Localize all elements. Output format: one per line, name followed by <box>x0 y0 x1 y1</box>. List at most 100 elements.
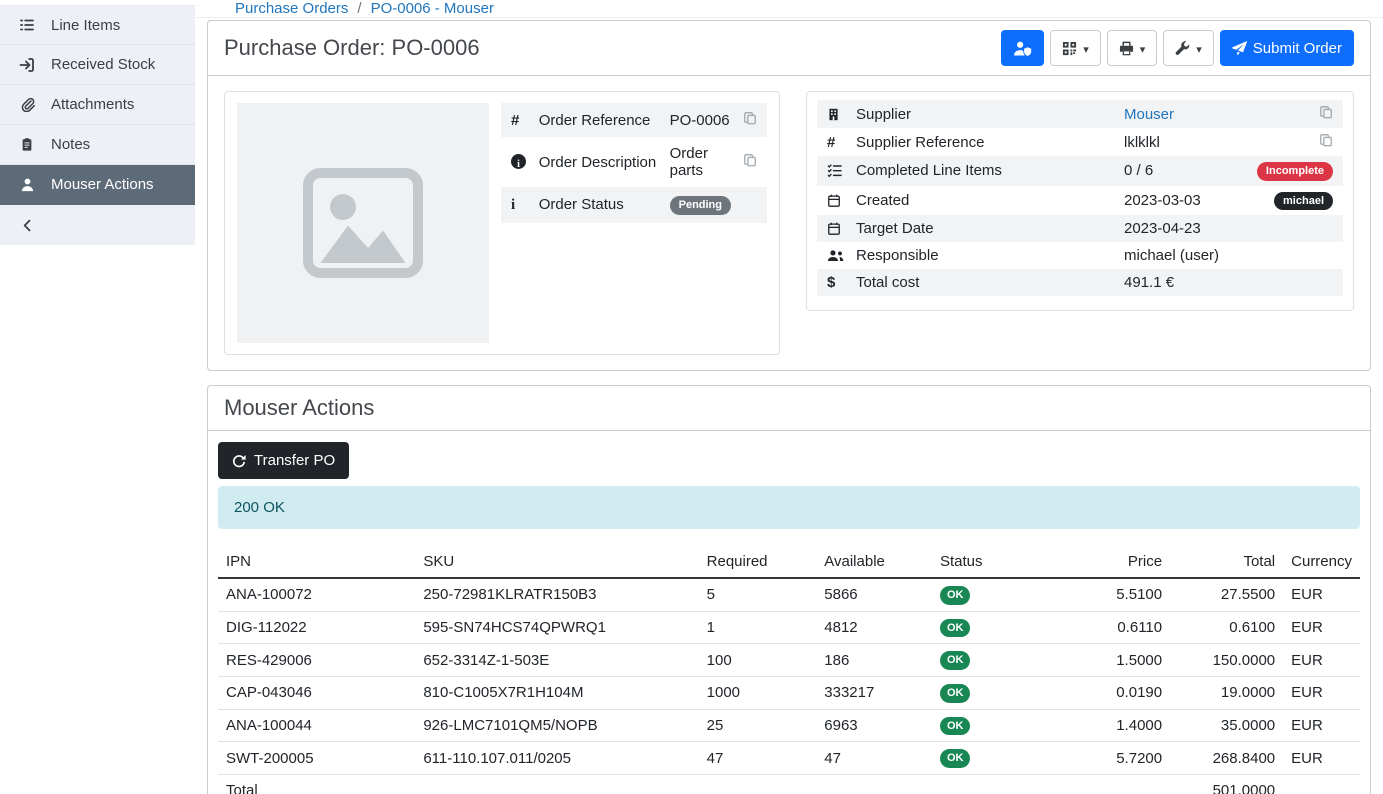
col-header-price: Price <box>1053 546 1170 578</box>
copy-icon[interactable] <box>743 111 757 125</box>
purchase-order-panel: Purchase Order: PO-0006 <box>207 20 1371 371</box>
transfer-po-button[interactable]: Transfer PO <box>218 442 349 479</box>
paperclip-icon <box>18 97 36 112</box>
status-ok-badge: OK <box>940 586 971 605</box>
breadcrumb-link-purchase-orders[interactable]: Purchase Orders <box>235 0 348 17</box>
hash-icon <box>511 112 519 129</box>
cell-available: 4812 <box>816 611 932 644</box>
info-circle-icon <box>511 154 526 169</box>
copy-icon[interactable] <box>1319 105 1333 119</box>
cell-sku: 250-72981KLRATR150B3 <box>415 578 698 611</box>
detail-label: Supplier Reference <box>850 128 1118 156</box>
sidebar-item-notes[interactable]: Notes <box>0 125 195 165</box>
cell-total: 150.0000 <box>1170 644 1283 677</box>
chevron-down-icon <box>1083 40 1089 57</box>
sidebar-item-mouser-actions[interactable]: Mouser Actions <box>0 165 195 205</box>
detail-label: Order Reference <box>533 103 664 137</box>
copy-icon[interactable] <box>1319 133 1333 147</box>
detail-value: 2023-03-03 <box>1118 186 1239 216</box>
sidebar-item-attachments[interactable]: Attachments <box>0 85 195 125</box>
hash-icon <box>827 134 835 151</box>
notepad-icon <box>18 137 36 152</box>
cell-ipn: CAP-043046 <box>218 676 415 709</box>
po-toolbar: Submit Order <box>1001 30 1354 66</box>
detail-value: PO-0006 <box>664 103 737 137</box>
info-icon <box>511 196 515 213</box>
image-placeholder-icon <box>302 168 424 278</box>
col-header-ipn: IPN <box>218 546 415 578</box>
cell-currency: EUR <box>1283 742 1360 775</box>
mouser-actions-body: Transfer PO 200 OK IPN SKU Required <box>208 431 1370 794</box>
breadcrumb-link-current[interactable]: PO-0006 - Mouser <box>371 0 494 17</box>
sidebar-collapse-button[interactable] <box>0 205 195 245</box>
user-icon <box>18 177 36 192</box>
detail-value: 0 / 6 <box>1118 156 1239 186</box>
order-table-total-row: Total 501.0000 <box>218 774 1360 794</box>
cell-ipn: ANA-100072 <box>218 578 415 611</box>
cell-required: 47 <box>699 742 817 775</box>
total-row-label: Total <box>218 774 415 794</box>
cell-total: 268.8400 <box>1170 742 1283 775</box>
detail-value: Order parts <box>664 137 737 187</box>
cell-sku: 926-LMC7101QM5/NOPB <box>415 709 698 742</box>
sidebar-item-received-stock[interactable]: Received Stock <box>0 45 195 85</box>
submit-order-button[interactable]: Submit Order <box>1220 30 1354 66</box>
detail-row-created: Created 2023-03-03 michael <box>817 186 1343 216</box>
order-actions-menu-button[interactable] <box>1163 30 1214 66</box>
order-table-row: RES-429006652-3314Z-1-503E100186OK1.5000… <box>218 644 1360 677</box>
calendar-icon <box>827 221 844 236</box>
order-table-row: ANA-100072250-72981KLRATR150B355866OK5.5… <box>218 578 1360 611</box>
sidebar-item-line-items[interactable]: Line Items <box>0 5 195 45</box>
user-admin-button[interactable] <box>1001 30 1044 66</box>
status-alert: 200 OK <box>218 486 1360 529</box>
cell-currency: EUR <box>1283 611 1360 644</box>
cell-price: 0.0190 <box>1053 676 1170 709</box>
supplier-link[interactable]: Mouser <box>1124 106 1174 123</box>
incomplete-badge: Incomplete <box>1257 162 1333 181</box>
submit-order-label: Submit Order <box>1253 40 1342 57</box>
cell-price: 0.6110 <box>1053 611 1170 644</box>
cell-ipn: ANA-100044 <box>218 709 415 742</box>
cell-price: 5.7200 <box>1053 742 1170 775</box>
sidebar-item-label: Notes <box>51 136 90 153</box>
breadcrumb: Purchase Orders / PO-0006 - Mouser <box>195 0 1383 18</box>
col-header-sku: SKU <box>415 546 698 578</box>
list-icon <box>18 17 36 33</box>
status-ok-badge: OK <box>940 619 971 638</box>
order-table-row: SWT-200005611-110.107.011/02054747OK5.72… <box>218 742 1360 775</box>
cell-status: OK <box>932 578 1053 611</box>
chevron-down-icon <box>1196 40 1202 57</box>
detail-row-supplier: Supplier Mouser <box>817 100 1343 128</box>
purchase-order-panel-header: Purchase Order: PO-0006 <box>208 21 1370 76</box>
content-area: Purchase Order: PO-0006 <box>195 18 1383 794</box>
qrcode-icon <box>1062 41 1077 56</box>
chevron-left-icon <box>18 218 36 233</box>
order-table-row: ANA-100044926-LMC7101QM5/NOPB256963OK1.4… <box>218 709 1360 742</box>
paper-plane-icon <box>1232 41 1247 56</box>
calendar-icon <box>827 193 844 208</box>
cell-currency: EUR <box>1283 578 1360 611</box>
cell-total: 35.0000 <box>1170 709 1283 742</box>
mouser-actions-panel-header: Mouser Actions <box>208 386 1370 431</box>
cell-total: 0.6100 <box>1170 611 1283 644</box>
sidebar-item-label: Line Items <box>51 17 120 34</box>
detail-label: Responsible <box>850 242 1118 269</box>
copy-icon[interactable] <box>743 153 757 167</box>
detail-value: 2023-04-23 <box>1118 215 1239 242</box>
refresh-icon <box>232 454 246 468</box>
created-by-badge: michael <box>1274 192 1333 211</box>
cell-sku: 810-C1005X7R1H104M <box>415 676 698 709</box>
detail-row-target-date: Target Date 2023-04-23 <box>817 215 1343 242</box>
detail-label: Order Status <box>533 187 664 223</box>
order-image-placeholder[interactable] <box>237 103 489 343</box>
cell-status: OK <box>932 644 1053 677</box>
cell-available: 6963 <box>816 709 932 742</box>
sidebar: Line Items Received Stock Attachments No… <box>0 5 195 245</box>
print-menu-button[interactable] <box>1107 30 1158 66</box>
detail-row-order-description: Order Description Order parts <box>501 137 767 187</box>
cell-ipn: RES-429006 <box>218 644 415 677</box>
main-content: Purchase Orders / PO-0006 - Mouser Purch… <box>195 0 1383 794</box>
total-row-value: 501.0000 <box>1170 774 1283 794</box>
barcode-menu-button[interactable] <box>1050 30 1101 66</box>
order-table-row: DIG-112022595-SN74HCS74QPWRQ114812OK0.61… <box>218 611 1360 644</box>
